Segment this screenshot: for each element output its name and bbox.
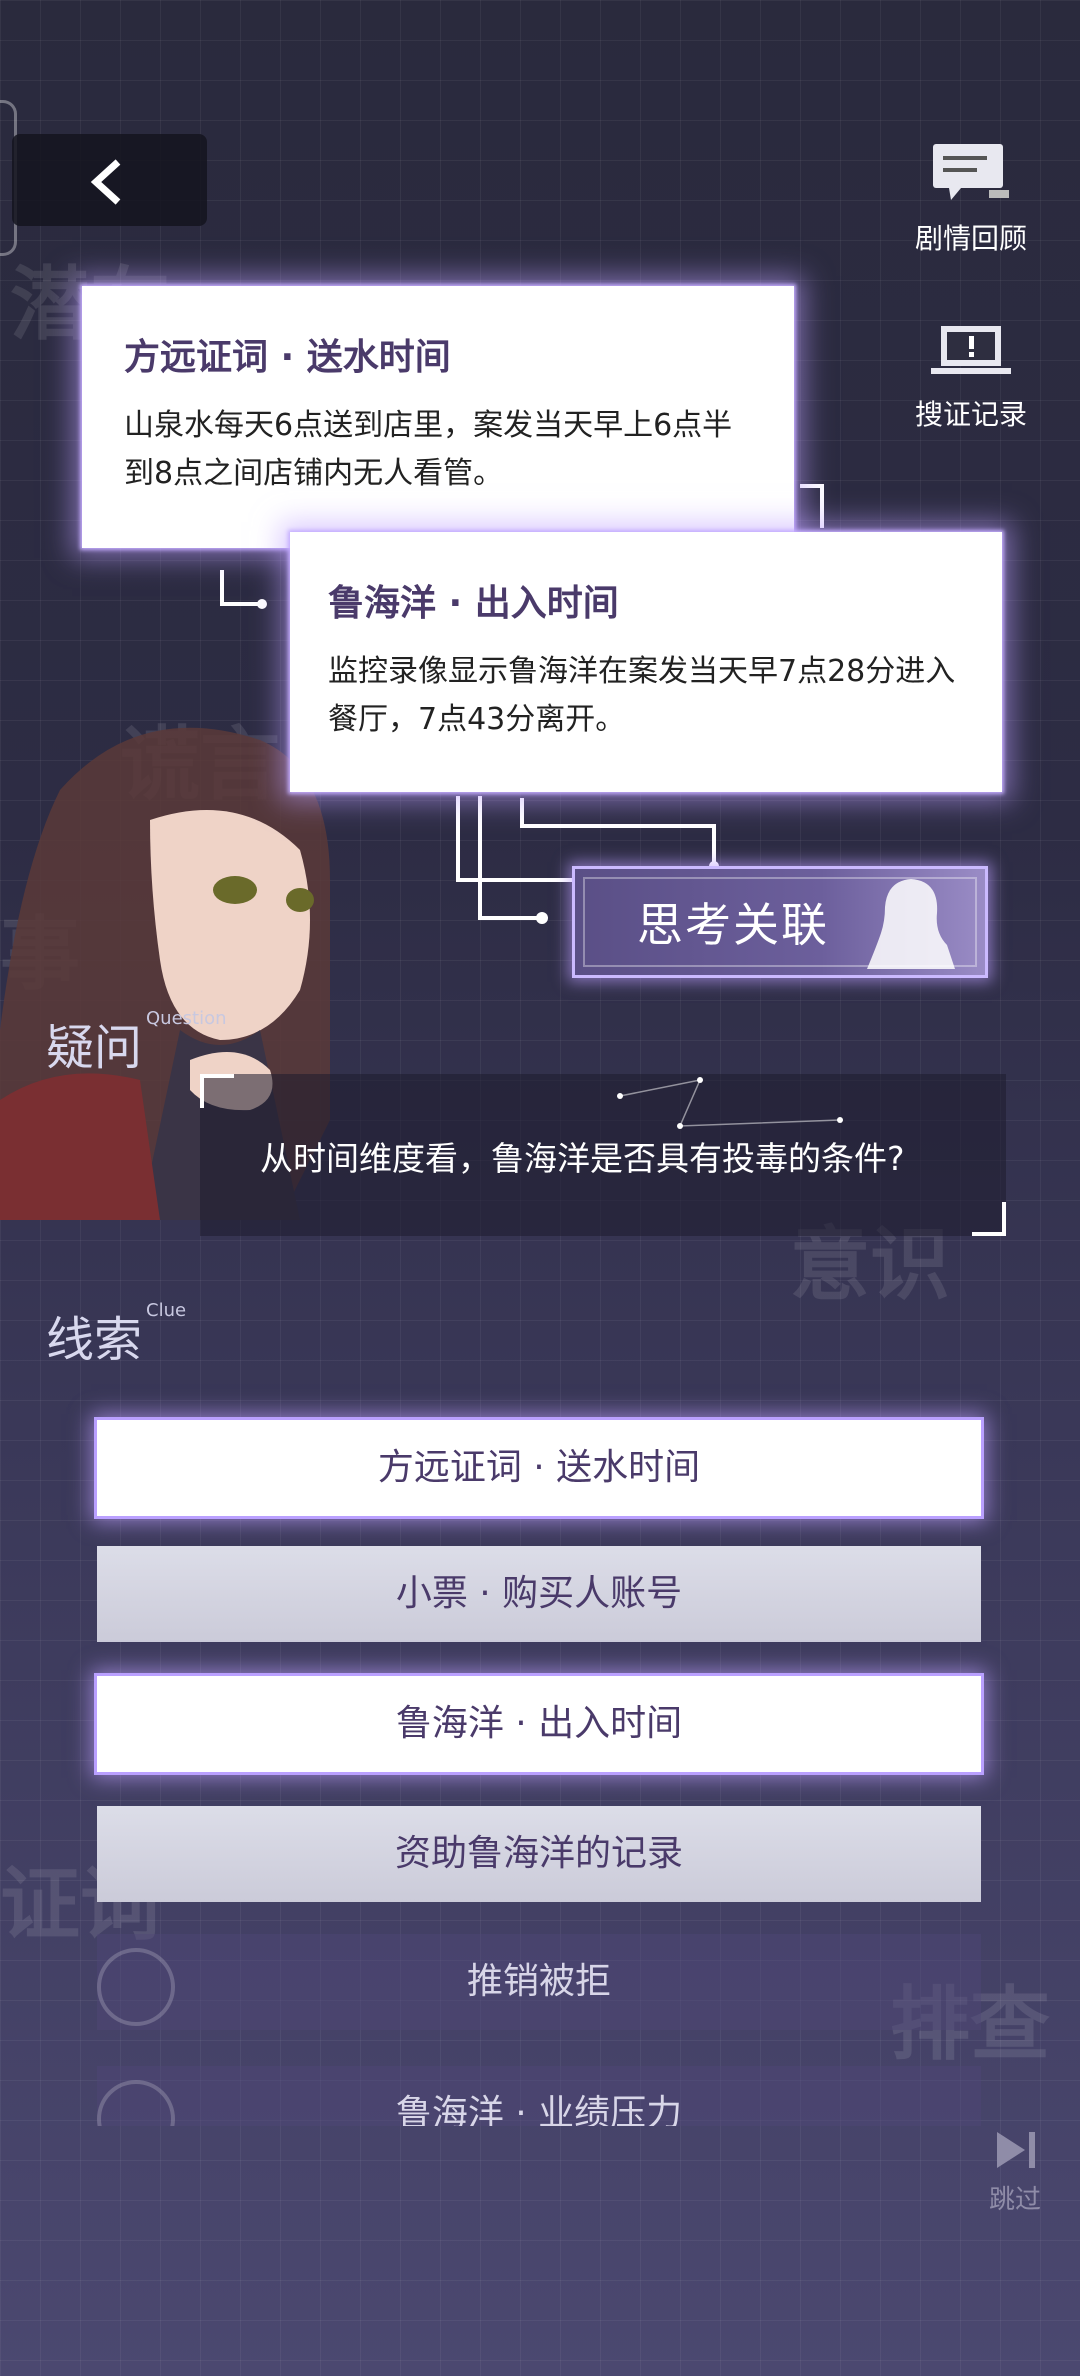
clue-item-label: 推销被拒 (466, 1961, 611, 2002)
clue-card-title: 鲁海洋 · 出入时间 (328, 583, 619, 624)
silhouette-icon (867, 879, 955, 969)
skip-label: 跳过 (988, 2185, 1041, 2215)
clue-item-label: 资助鲁海洋的记录 (394, 1833, 683, 1874)
clue-card-title: 方远证词 · 送水时间 (124, 337, 451, 378)
clue-card-text: 监控录像显示鲁海洋在案发当天早7点28分进入餐厅，7点43分离开。 (328, 654, 956, 737)
check-circle-icon (97, 2080, 175, 2126)
clue-item[interactable]: 资助鲁海洋的记录 (97, 1806, 981, 1902)
clue-card-text: 山泉水每天6点送到店里，案发当天早上6点半到8点之间店铺内无人看管。 (124, 408, 733, 491)
clue-section-label: 线索Clue (46, 1300, 187, 1368)
corner-bracket (200, 1074, 234, 1108)
skip-button[interactable]: 跳过 (975, 2128, 1055, 2216)
check-circle-icon (97, 1948, 175, 2026)
clue-item-label: 小票 · 购买人账号 (395, 1573, 683, 1614)
clue-item[interactable]: 鲁海洋 · 出入时间 (97, 1676, 981, 1772)
clue-item[interactable]: 推销被拒 (97, 1934, 981, 2030)
clue-card-water: 方远证词 · 送水时间 山泉水每天6点送到店里，案发当天早上6点半到8点之间店铺… (82, 286, 794, 548)
question-box: 从时间维度看，鲁海洋是否具有投毒的条件? (200, 1074, 1006, 1236)
think-association-label: 思考关联 (637, 898, 829, 952)
clue-item-label: 鲁海洋 · 业绩压力 (395, 2093, 683, 2126)
think-association-button[interactable]: 思考关联 (572, 866, 988, 978)
clue-item[interactable]: 小票 · 购买人账号 (97, 1546, 981, 1642)
clue-card-entry: 鲁海洋 · 出入时间 监控录像显示鲁海洋在案发当天早7点28分进入餐厅，7点43… (290, 532, 1002, 792)
clue-item[interactable]: 方远证词 · 送水时间 (97, 1420, 981, 1516)
skip-forward-icon (997, 2132, 1035, 2168)
question-text: 从时间维度看，鲁海洋是否具有投毒的条件? (260, 1139, 905, 1178)
clue-item[interactable]: 鲁海洋 · 业绩压力 (97, 2066, 981, 2126)
clue-item-label: 鲁海洋 · 出入时间 (395, 1703, 683, 1744)
corner-bracket (972, 1202, 1006, 1236)
clue-item-label: 方远证词 · 送水时间 (377, 1447, 701, 1488)
question-section-label: 疑问Question (46, 1008, 227, 1076)
